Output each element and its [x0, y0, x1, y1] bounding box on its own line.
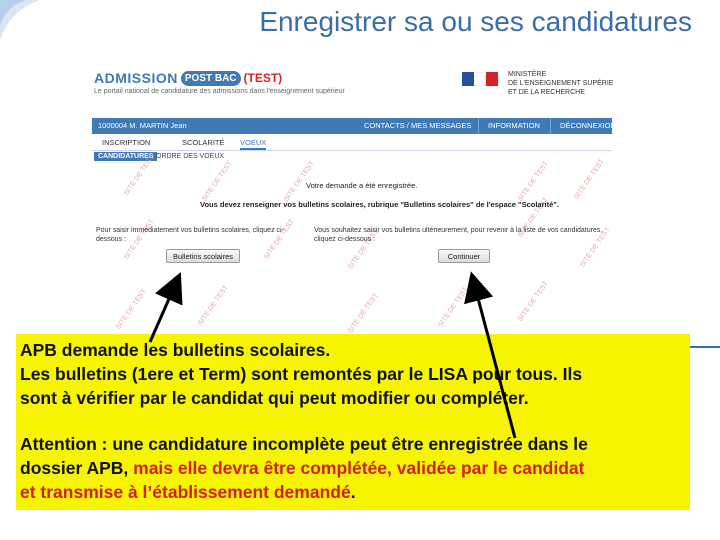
note-line: Les bulletins (1ere et Term) sont remont…: [20, 364, 583, 384]
note-paragraph-2: Attention : une candidature incomplète p…: [20, 432, 588, 504]
apb-screenshot: ADMISSION POST BAC (TEST) Le portail nat…: [90, 66, 614, 338]
logo-test: (TEST): [243, 71, 283, 85]
note-line: et transmise à l’établissement demandé.: [20, 480, 588, 504]
logo-postbac: POST BAC: [180, 70, 241, 86]
watermark: SITE DE TEST: [573, 158, 606, 201]
watermark: SITE DE TEST: [115, 288, 148, 331]
continuer-button[interactable]: Continuer: [438, 249, 490, 263]
note-box: APB demande les bulletins scolaires. Les…: [16, 334, 690, 510]
left-instruction: Pour saisir immédiatement vos bulletins …: [96, 227, 284, 243]
watermark: SITE DE TEST: [347, 292, 380, 335]
ministry-logo: MINISTÈRE DE L'ENSEIGNEMENT SUPÉRIEUR ET…: [462, 70, 614, 100]
flag-icon: [462, 72, 500, 94]
logo-admission: ADMISSION: [94, 70, 178, 86]
instruction-message: Vous devez renseigner vos bulletins scol…: [200, 200, 559, 209]
sub-tabs: CANDIDATURES ORDRE DES VOEUX: [92, 152, 612, 164]
bulletins-scolaires-button[interactable]: Bulletins scolaires: [166, 249, 240, 263]
tab-voeux[interactable]: VOEUX: [240, 138, 267, 150]
nav-separator: [550, 118, 551, 134]
note-warning-text: et transmise à l’établissement demandé: [20, 482, 351, 502]
tab-scolarite[interactable]: SCOLARITÉ: [182, 138, 225, 147]
note-paragraph-1: APB demande les bulletins scolaires. Les…: [20, 338, 582, 410]
ministry-text: MINISTÈRE DE L'ENSEIGNEMENT SUPÉRIEUR ET…: [508, 71, 614, 96]
note-line: Attention : une candidature incomplète p…: [20, 434, 588, 454]
main-tabs: INSCRIPTION SCOLARITÉ VOEUX: [92, 136, 612, 151]
subtab-ordre-voeux[interactable]: ORDRE DES VOEUX: [152, 152, 228, 161]
right-instruction: Vous souhaitez saisir vos bulletins ulté…: [314, 227, 603, 243]
nav-information[interactable]: INFORMATION: [488, 121, 540, 130]
slide-header: Enregistrer sa ou ses candidatures: [0, 0, 720, 62]
note-line: dossier APB, mais elle devra être complé…: [20, 456, 588, 480]
note-text: .: [350, 482, 356, 502]
watermark: SITE DE TEST: [437, 286, 470, 329]
watermark: SITE DE TEST: [197, 284, 230, 327]
nav-bar: 1000004 M. MARTIN Jean CONTACTS / MES ME…: [92, 118, 614, 134]
apb-tagline: Le portail national de candidature des a…: [94, 88, 345, 95]
note-warning-text: mais elle devra être complétée, validée …: [133, 458, 585, 478]
nav-logout[interactable]: DÉCONNEXION: [560, 121, 614, 130]
user-name: 1000004 M. MARTIN Jean: [98, 121, 187, 130]
nav-separator: [478, 118, 479, 134]
apb-logo: ADMISSION POST BAC (TEST): [94, 68, 282, 88]
note-line: sont à vérifier par le candidat qui peut…: [20, 388, 529, 408]
note-line: APB demande les bulletins scolaires.: [20, 340, 331, 360]
corner-decoration-icon: [0, 0, 40, 40]
watermark: SITE DE TEST: [517, 280, 550, 323]
confirmation-message: Votre demande a été enregistrée.: [306, 181, 418, 190]
slide-title: Enregistrer sa ou ses candidatures: [259, 6, 692, 37]
watermark: SITE DE TEST: [201, 160, 234, 203]
tab-inscription[interactable]: INSCRIPTION: [102, 138, 150, 147]
divider: [690, 346, 720, 348]
note-text: dossier APB,: [20, 458, 134, 478]
nav-contacts[interactable]: CONTACTS / MES MESSAGES: [364, 121, 471, 130]
